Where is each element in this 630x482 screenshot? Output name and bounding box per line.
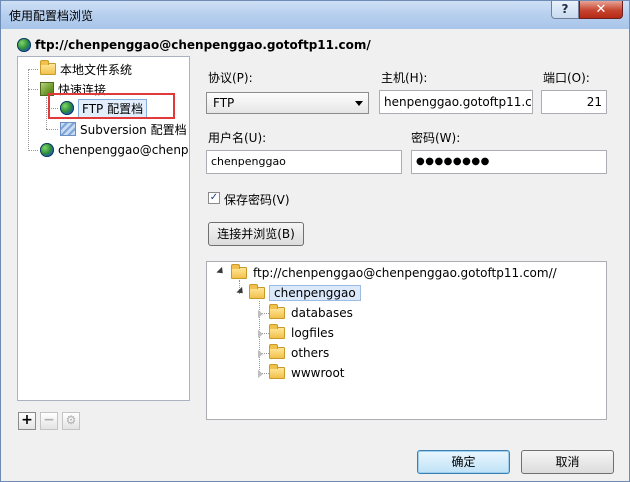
globe-icon [40, 143, 54, 157]
remote-folder-label: logfiles [291, 326, 334, 340]
tree-item-label: chenpenggao@chenpenggao.gotoftp11.com [58, 143, 190, 157]
expand-toggle[interactable] [216, 266, 226, 277]
close-button[interactable]: ✕ [579, 1, 623, 19]
username-label: 用户名(U): [208, 131, 267, 145]
remote-root[interactable]: ftp://chenpenggao@chenpenggao.gotoftp11.… [231, 264, 557, 282]
tree-item-label: 本地文件系统 [60, 62, 133, 77]
remote-folder-chenpenggao[interactable]: chenpenggao [249, 284, 361, 302]
help-button[interactable]: ? [551, 1, 579, 19]
remote-root-label: ftp://chenpenggao@chenpenggao.gotoftp11.… [253, 266, 557, 280]
tree-line [46, 97, 47, 129]
window-title: 使用配置档浏览 [9, 9, 94, 23]
tree-item-label: Subversion 配置档 [80, 122, 187, 137]
title-bar[interactable]: 使用配置档浏览 ? ✕ [1, 1, 629, 29]
tree-item-local-filesystem[interactable]: 本地文件系统 [40, 60, 132, 78]
protocol-value: FTP [213, 96, 235, 110]
save-password-checkbox[interactable]: ✓ [208, 192, 220, 204]
folder-icon [40, 60, 56, 75]
protocol-select[interactable]: FTP [206, 92, 369, 114]
folder-icon [269, 324, 285, 339]
host-label: 主机(H): [381, 71, 428, 85]
remote-folder-wwwroot[interactable]: wwwroot [269, 364, 345, 382]
password-label: 密码(W): [411, 131, 461, 145]
folder-icon [249, 284, 265, 299]
tree-line [28, 89, 38, 90]
tree-line [46, 129, 58, 130]
remote-folder-logfiles[interactable]: logfiles [269, 324, 334, 342]
tree-line [28, 69, 29, 151]
expand-toggle[interactable] [258, 330, 263, 338]
tree-line [28, 150, 38, 151]
remote-folder-label: chenpenggao [269, 285, 361, 301]
remote-folder-label: databases [291, 306, 353, 320]
expand-toggle[interactable] [258, 370, 263, 378]
ok-button[interactable]: 确定 [417, 450, 510, 474]
protocol-label: 协议(P): [208, 71, 253, 85]
connect-browse-button[interactable]: 连接并浏览(B) [208, 222, 304, 246]
folder-icon [269, 364, 285, 379]
tree-line [28, 69, 38, 70]
host-input[interactable]: henpenggao.gotoftp11.com [379, 90, 533, 114]
port-input[interactable]: 21 [541, 90, 607, 114]
remote-directory-tree[interactable]: ftp://chenpenggao@chenpenggao.gotoftp11.… [206, 261, 607, 420]
expand-toggle[interactable] [258, 310, 263, 318]
remote-folder-label: wwwroot [291, 366, 345, 380]
connection-header: ftp://chenpenggao@chenpenggao.gotoftp11.… [17, 37, 371, 53]
browse-dialog: 使用配置档浏览 ? ✕ ftp://chenpenggao@chenpengga… [0, 0, 630, 482]
tree-item-subversion-profile[interactable]: Subversion 配置档 [60, 120, 187, 138]
highlight-annotation-box [48, 93, 175, 119]
save-password-label[interactable]: 保存密码(V) [224, 191, 290, 208]
remote-folder-label: others [291, 346, 330, 360]
expand-toggle[interactable] [236, 286, 246, 297]
tree-item-saved-connection[interactable]: chenpenggao@chenpenggao.gotoftp11.com [40, 141, 190, 159]
settings-icon[interactable]: ⚙ [62, 412, 80, 430]
remove-profile-button[interactable]: − [40, 412, 58, 430]
connection-url: ftp://chenpenggao@chenpenggao.gotoftp11.… [35, 38, 371, 52]
add-profile-button[interactable]: + [18, 412, 36, 430]
password-input[interactable]: ●●●●●●●● [411, 150, 607, 174]
chevron-down-icon [355, 101, 363, 106]
folder-icon [231, 264, 247, 279]
expand-toggle[interactable] [258, 350, 263, 358]
remote-folder-databases[interactable]: databases [269, 304, 353, 322]
cancel-button[interactable]: 取消 [521, 450, 614, 474]
username-input[interactable]: chenpenggao [206, 150, 402, 174]
globe-icon [17, 38, 31, 52]
folder-icon [269, 304, 285, 319]
subversion-icon [60, 122, 76, 136]
folder-icon [269, 344, 285, 359]
remote-folder-others[interactable]: others [269, 344, 329, 362]
port-label: 端口(O): [543, 71, 590, 85]
